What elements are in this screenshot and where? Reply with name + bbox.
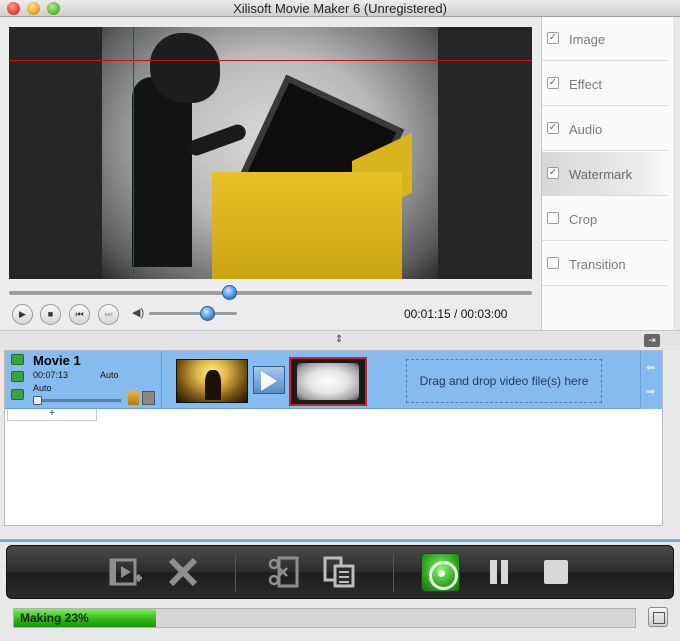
video-box — [212, 172, 402, 279]
stop-conversion-button[interactable] — [544, 560, 568, 584]
move-right-icon[interactable]: ➡ — [646, 385, 655, 398]
volume-icon: ◀) — [132, 307, 145, 319]
pause-icon — [490, 560, 497, 584]
movie-volume-handle[interactable] — [33, 396, 42, 405]
drop-zone[interactable]: Drag and drop video file(s) here — [406, 359, 602, 403]
separator — [0, 539, 680, 542]
video-subject — [132, 77, 192, 267]
volume-slider[interactable] — [149, 306, 237, 321]
subtitle-track-icon[interactable] — [11, 389, 24, 400]
video-frame — [102, 27, 438, 279]
audio-track-icon[interactable] — [11, 371, 24, 382]
add-movie-tab[interactable]: + — [7, 409, 97, 421]
movie-setting-auto: Auto — [33, 383, 52, 393]
seek-handle[interactable] — [222, 285, 237, 300]
movie-icons — [128, 391, 156, 405]
timeline-area[interactable]: Movie 1 00:07:13 Auto Auto Drag and drop… — [4, 350, 663, 526]
progress-label: Making 23% — [20, 611, 89, 625]
move-left-icon[interactable]: ⬅ — [646, 361, 655, 374]
settings-panel: ✓ Image ✓ Effect ✓ Audio ✓ Watermark Cro… — [541, 17, 673, 330]
add-video-icon — [109, 558, 142, 586]
seek-bar[interactable] — [9, 285, 532, 300]
panel-item-audio[interactable]: ✓ Audio — [542, 107, 668, 151]
export-panel-icon[interactable]: ⇥ — [644, 334, 660, 347]
row-move-controls: ⬅ ➡ — [640, 351, 662, 409]
film-icon[interactable] — [142, 391, 155, 405]
panel-item-label: Watermark — [569, 167, 633, 182]
cut-icon — [268, 556, 299, 588]
toolbar-separator — [235, 554, 236, 592]
play-icon: ▶ — [19, 309, 26, 319]
panel-item-label: Transition — [569, 257, 626, 272]
panel-item-watermark[interactable]: ✓ Watermark — [542, 152, 668, 196]
bottom-toolbar — [6, 545, 674, 599]
video-subject-arm — [186, 122, 248, 158]
prev-icon: ⏮ — [75, 309, 84, 319]
movie-row[interactable]: Movie 1 00:07:13 Auto Auto Drag and drop… — [5, 351, 640, 409]
panel-item-crop[interactable]: Crop — [542, 197, 668, 241]
preview-panel: ▶ ■ ⏮ ⏭ ◀) 00:01:15 / 00:03:00 — [0, 17, 541, 330]
stop-icon: ■ — [47, 309, 54, 319]
panel-item-label: Effect — [569, 77, 603, 92]
transition-icon[interactable] — [253, 366, 285, 394]
video-preview[interactable] — [9, 27, 532, 279]
log-icon[interactable] — [648, 607, 668, 627]
add-video-button[interactable] — [107, 554, 143, 590]
movie-duration: 00:07:13 — [33, 370, 69, 380]
checkbox-transition[interactable] — [547, 257, 559, 269]
movie-title: Movie 1 — [33, 353, 81, 368]
clip-thumbnail[interactable] — [176, 359, 248, 403]
checkbox-image[interactable]: ✓ — [547, 32, 559, 44]
checkbox-audio[interactable]: ✓ — [547, 122, 559, 134]
panel-item-label: Crop — [569, 212, 598, 227]
resize-arrows-icon[interactable]: ⇕ — [335, 334, 343, 345]
progress-bar: Making 23% — [13, 608, 636, 628]
panel-item-image[interactable]: ✓ Image — [542, 17, 668, 61]
toolbar-separator — [393, 554, 394, 592]
start-button[interactable] — [421, 553, 460, 592]
panel-item-transition[interactable]: Transition — [542, 242, 668, 286]
movie-setting-auto: Auto — [100, 370, 119, 380]
checkbox-effect[interactable]: ✓ — [547, 77, 559, 89]
clip-figure — [205, 370, 221, 400]
pause-icon — [501, 560, 508, 584]
panel-item-label: Image — [569, 32, 606, 47]
merge-icon — [323, 556, 355, 588]
play-button[interactable]: ▶ — [12, 304, 33, 325]
pause-button[interactable] — [487, 560, 511, 584]
merge-button[interactable] — [321, 554, 357, 590]
checkbox-watermark[interactable]: ✓ — [547, 167, 559, 179]
crop-guide-vertical[interactable] — [133, 27, 134, 279]
volume-handle[interactable] — [200, 306, 215, 321]
panel-item-effect[interactable]: ✓ Effect — [542, 62, 668, 106]
panel-splitter[interactable]: ⇕ ⇥ — [0, 330, 680, 350]
folder-icon[interactable] — [128, 391, 139, 405]
stop-button[interactable]: ■ — [40, 304, 61, 325]
video-subject-head — [150, 33, 220, 103]
clip-thumbnail-selected[interactable] — [289, 357, 367, 406]
cut-button[interactable] — [265, 554, 301, 590]
window-title: Xilisoft Movie Maker 6 (Unregistered) — [233, 1, 447, 16]
panel-item-label: Audio — [569, 122, 603, 137]
movie-volume-slider[interactable] — [33, 399, 121, 402]
next-button[interactable]: ⏭ — [98, 304, 119, 325]
video-track-icon[interactable] — [11, 354, 24, 365]
crop-guide-horizontal[interactable] — [9, 60, 532, 61]
next-icon: ⏭ — [104, 309, 113, 319]
delete-button[interactable] — [165, 554, 201, 590]
timecode: 00:01:15 / 00:03:00 — [404, 307, 508, 321]
movie-info[interactable]: Movie 1 00:07:13 Auto Auto — [5, 351, 162, 409]
previous-button[interactable]: ⏮ — [69, 304, 90, 325]
title-bar: Xilisoft Movie Maker 6 (Unregistered) — [0, 0, 680, 17]
delete-icon — [168, 557, 198, 587]
clip-frame — [297, 363, 359, 400]
checkbox-crop[interactable] — [547, 212, 559, 224]
